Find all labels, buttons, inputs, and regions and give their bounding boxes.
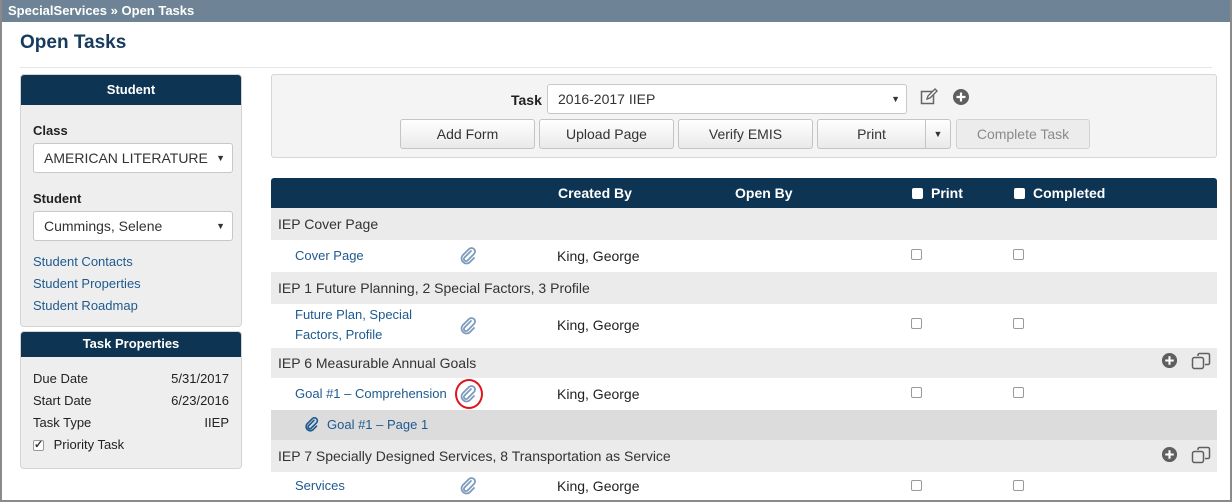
complete-task-button[interactable]: Complete Task <box>956 119 1090 149</box>
grid-header: Created By Open By Print Completed <box>271 178 1217 208</box>
created-by-value: King, George <box>557 478 640 494</box>
class-select-value: AMERICAN LITERATURE <box>44 150 208 166</box>
attached-page-row: Goal #1 – Page 1 <box>271 410 1217 440</box>
task-item-link[interactable]: Future Plan, Special <box>295 305 412 325</box>
task-select-value: 2016-2017 IIEP <box>558 91 656 107</box>
upload-page-button[interactable]: Upload Page <box>539 119 674 149</box>
print-header: Print <box>912 185 963 201</box>
print-checkbox[interactable] <box>911 249 922 260</box>
plus-circle-icon[interactable] <box>1159 352 1179 372</box>
breadcrumb: SpecialServices » Open Tasks <box>2 0 1230 22</box>
class-label: Class <box>33 123 68 138</box>
task-toolbar: Task 2016-2017 IIEP ▼ Add Form Upload Pa… <box>271 74 1217 158</box>
print-checkbox[interactable] <box>911 387 922 398</box>
start-date-row: Start Date 6/23/2016 <box>33 393 229 408</box>
edit-icon[interactable] <box>919 88 939 108</box>
highlight-circle <box>455 379 483 409</box>
start-date-value: 6/23/2016 <box>171 393 229 408</box>
student-roadmap-link[interactable]: Student Roadmap <box>33 298 138 313</box>
priority-task-label: Priority Task <box>53 437 125 452</box>
task-type-row: Task Type IIEP <box>33 415 229 430</box>
table-row: Cover Page King, George <box>271 240 1217 272</box>
copy-icon[interactable] <box>1191 446 1211 466</box>
completed-header-label: Completed <box>1033 185 1106 201</box>
table-row: Services King, George <box>271 472 1217 500</box>
student-select[interactable]: Cummings, Selene ▼ <box>33 211 233 241</box>
open-by-header[interactable]: Open By <box>735 185 793 201</box>
priority-task-checkbox[interactable] <box>33 438 44 452</box>
group-title: IEP 7 Specially Designed Services, 8 Tra… <box>278 448 671 464</box>
group-row: IEP 7 Specially Designed Services, 8 Tra… <box>271 440 1217 472</box>
table-row: Future Plan, Special Factors, Profile Ki… <box>271 304 1217 348</box>
task-type-value: IIEP <box>204 415 229 430</box>
completed-all-checkbox[interactable] <box>1014 188 1025 199</box>
title-divider <box>20 67 1212 68</box>
paperclip-icon <box>304 416 319 437</box>
due-date-row: Due Date 5/31/2017 <box>33 371 229 386</box>
group-row: IEP 6 Measurable Annual Goals <box>271 348 1217 378</box>
chevron-down-icon: ▼ <box>216 221 225 231</box>
group-title: IEP Cover Page <box>278 216 379 232</box>
task-grid: Created By Open By Print Completed IEP C… <box>271 178 1217 500</box>
class-select[interactable]: AMERICAN LITERATURE ▼ <box>33 143 233 173</box>
print-button[interactable]: Print <box>817 119 926 149</box>
copy-icon[interactable] <box>1191 352 1211 372</box>
task-label: Task <box>511 92 542 108</box>
student-label: Student <box>33 191 82 206</box>
completed-checkbox[interactable] <box>1013 480 1024 491</box>
paperclip-icon[interactable] <box>459 246 477 266</box>
group-title: IEP 1 Future Planning, 2 Special Factors… <box>278 280 590 296</box>
student-properties-link[interactable]: Student Properties <box>33 276 141 291</box>
created-by-header[interactable]: Created By <box>558 185 632 201</box>
add-form-button[interactable]: Add Form <box>400 119 535 149</box>
student-contacts-link[interactable]: Student Contacts <box>33 254 133 269</box>
completed-checkbox[interactable] <box>1013 387 1024 398</box>
breadcrumb-separator: » <box>110 3 118 18</box>
group-row: IEP 1 Future Planning, 2 Special Factors… <box>271 272 1217 304</box>
completed-checkbox[interactable] <box>1013 249 1024 260</box>
print-dropdown-button[interactable]: ▼ <box>925 119 951 149</box>
task-properties-panel: Task Properties Due Date 5/31/2017 Start… <box>20 331 242 469</box>
plus-circle-icon[interactable] <box>1159 446 1179 466</box>
student-panel: Student Class AMERICAN LITERATURE ▼ Stud… <box>20 74 242 327</box>
student-panel-title: Student <box>21 75 241 105</box>
attached-page-link[interactable]: Goal #1 – Page 1 <box>327 417 428 432</box>
plus-circle-icon[interactable] <box>951 88 971 108</box>
app-frame: SpecialServices » Open Tasks Open Tasks … <box>0 0 1232 502</box>
print-all-checkbox[interactable] <box>912 188 923 199</box>
chevron-down-icon: ▼ <box>891 94 900 104</box>
chevron-down-icon: ▼ <box>933 129 943 139</box>
task-item-link[interactable]: Cover Page <box>295 246 364 266</box>
paperclip-icon[interactable] <box>459 316 477 336</box>
due-date-value: 5/31/2017 <box>171 371 229 386</box>
completed-header: Completed <box>1014 185 1105 201</box>
created-by-value: King, George <box>557 317 640 333</box>
created-by-value: King, George <box>557 248 640 264</box>
completed-checkbox[interactable] <box>1013 318 1024 329</box>
chevron-down-icon: ▼ <box>216 153 225 163</box>
task-select[interactable]: 2016-2017 IIEP ▼ <box>547 84 907 114</box>
task-item-link[interactable]: Services <box>295 476 345 496</box>
task-item-link[interactable]: Goal #1 – Comprehension <box>295 384 447 404</box>
student-select-value: Cummings, Selene <box>44 218 163 234</box>
task-item-link-line2[interactable]: Factors, Profile <box>295 325 382 345</box>
page-title: Open Tasks <box>20 32 127 53</box>
priority-task-row: Priority Task <box>33 437 229 452</box>
breadcrumb-current: Open Tasks <box>121 3 195 18</box>
created-by-value: King, George <box>557 386 640 402</box>
table-row: Goal #1 – Comprehension King, George <box>271 378 1217 410</box>
print-checkbox[interactable] <box>911 480 922 491</box>
start-date-label: Start Date <box>33 393 92 408</box>
group-row: IEP Cover Page <box>271 208 1217 240</box>
print-header-label: Print <box>931 185 963 201</box>
due-date-label: Due Date <box>33 371 88 386</box>
verify-emis-button[interactable]: Verify EMIS <box>678 119 813 149</box>
group-title: IEP 6 Measurable Annual Goals <box>278 355 477 371</box>
task-type-label: Task Type <box>33 415 92 430</box>
print-checkbox[interactable] <box>911 318 922 329</box>
breadcrumb-root[interactable]: SpecialServices <box>8 3 107 18</box>
paperclip-icon[interactable] <box>459 476 477 496</box>
task-properties-title: Task Properties <box>21 332 241 357</box>
